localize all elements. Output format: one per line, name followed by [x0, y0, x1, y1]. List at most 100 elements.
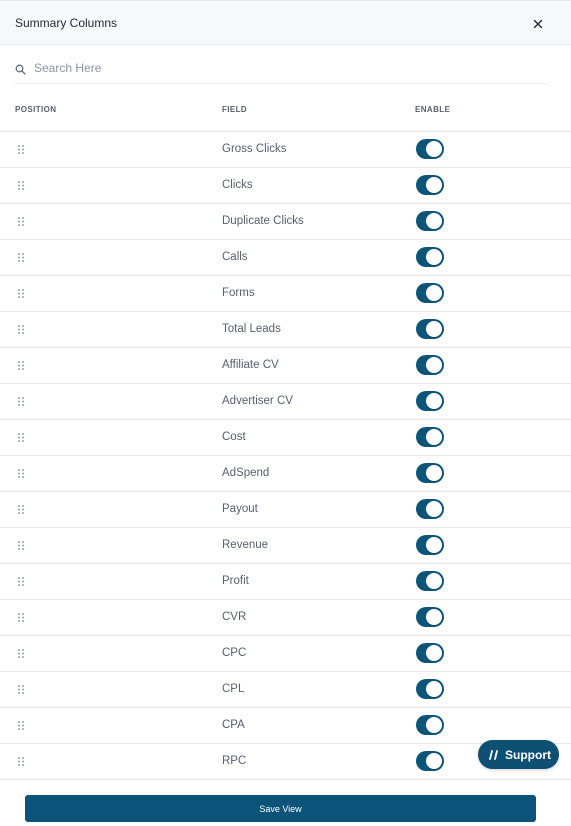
enable-toggle[interactable] [416, 427, 444, 447]
drag-handle-icon[interactable] [18, 469, 24, 478]
enable-toggle[interactable] [416, 175, 444, 195]
toggle-knob [426, 465, 442, 481]
field-name: AdSpend [222, 467, 270, 479]
table-row: Clicks [0, 168, 571, 204]
field-name: RPC [222, 755, 247, 767]
toggle-knob [426, 177, 442, 193]
enable-toggle[interactable] [416, 499, 444, 519]
enable-toggle[interactable] [416, 571, 444, 591]
save-view-button[interactable]: Save View [25, 795, 536, 822]
table-row: Affiliate CV [0, 348, 571, 384]
drag-handle-icon[interactable] [18, 325, 24, 334]
drag-handle-icon[interactable] [18, 685, 24, 694]
dialog-title: Summary Columns [15, 16, 118, 30]
toggle-knob [426, 249, 442, 265]
enable-toggle[interactable] [416, 211, 444, 231]
enable-toggle[interactable] [416, 283, 444, 303]
enable-toggle[interactable] [416, 643, 444, 663]
field-name: Payout [222, 503, 258, 515]
drag-handle-icon[interactable] [18, 613, 24, 622]
toggle-knob [426, 681, 442, 697]
toggle-knob [426, 573, 442, 589]
field-name: Profit [222, 575, 249, 587]
drag-handle-icon[interactable] [18, 541, 24, 550]
table-row: Forms [0, 276, 571, 312]
field-name: Advertiser CV [222, 395, 293, 407]
toggle-knob [426, 537, 442, 553]
drag-handle-icon[interactable] [18, 289, 24, 298]
drag-handle-icon[interactable] [18, 361, 24, 370]
toggle-knob [426, 501, 442, 517]
columns-table-body: Gross Clicks Clicks Duplicate Clicks Calls F… [0, 132, 571, 780]
enable-toggle[interactable] [416, 535, 444, 555]
table-row: Advertiser CV [0, 384, 571, 420]
column-header-enable: ENABLE [415, 105, 451, 114]
table-row: Duplicate Clicks [0, 204, 571, 240]
enable-toggle[interactable] [416, 607, 444, 627]
field-name: Revenue [222, 539, 269, 551]
support-icon [489, 749, 499, 760]
field-name: Gross Clicks [222, 143, 287, 155]
enable-toggle[interactable] [416, 715, 444, 735]
table-row: Revenue [0, 528, 571, 564]
table-row: Payout [0, 492, 571, 528]
support-button[interactable]: Support [478, 740, 559, 769]
table-row: AdSpend [0, 456, 571, 492]
drag-handle-icon[interactable] [18, 649, 24, 658]
drag-handle-icon[interactable] [18, 757, 24, 766]
field-name: Forms [222, 287, 255, 299]
table-row: Profit [0, 564, 571, 600]
search-box [15, 56, 547, 84]
search-input[interactable] [34, 58, 534, 78]
toggle-knob [426, 321, 442, 337]
drag-handle-icon[interactable] [18, 253, 24, 262]
search-icon [15, 62, 26, 75]
toggle-knob [426, 357, 442, 373]
dialog-header: Summary Columns [0, 1, 571, 45]
support-label: Support [505, 747, 551, 762]
drag-handle-icon[interactable] [18, 217, 24, 226]
field-name: Affiliate CV [222, 359, 279, 371]
enable-toggle[interactable] [416, 463, 444, 483]
enable-toggle[interactable] [416, 355, 444, 375]
drag-handle-icon[interactable] [18, 577, 24, 586]
field-name: Clicks [222, 179, 253, 191]
field-name: CPA [222, 719, 245, 731]
dialog-footer: Save View [0, 780, 571, 826]
drag-handle-icon[interactable] [18, 433, 24, 442]
table-row: Calls [0, 240, 571, 276]
table-row: CPL [0, 672, 571, 708]
table-row: Gross Clicks [0, 132, 571, 168]
column-header-position: POSITION [15, 105, 57, 114]
field-name: CPC [222, 647, 247, 659]
enable-toggle[interactable] [416, 247, 444, 267]
toggle-knob [426, 717, 442, 733]
field-name: Total Leads [222, 323, 281, 335]
enable-toggle[interactable] [416, 679, 444, 699]
field-name: Duplicate Clicks [222, 215, 304, 227]
table-row: CPC [0, 636, 571, 672]
toggle-knob [426, 645, 442, 661]
close-icon [533, 19, 543, 29]
enable-toggle[interactable] [416, 319, 444, 339]
drag-handle-icon[interactable] [18, 181, 24, 190]
table-row: Total Leads [0, 312, 571, 348]
drag-handle-icon[interactable] [18, 721, 24, 730]
table-row: CPA [0, 708, 571, 744]
enable-toggle[interactable] [416, 391, 444, 411]
toggle-knob [426, 609, 442, 625]
toggle-knob [426, 393, 442, 409]
enable-toggle[interactable] [416, 751, 444, 771]
toggle-knob [426, 213, 442, 229]
field-name: CPL [222, 683, 245, 695]
toggle-knob [426, 141, 442, 157]
drag-handle-icon[interactable] [18, 397, 24, 406]
field-name: CVR [222, 611, 247, 623]
drag-handle-icon[interactable] [18, 505, 24, 514]
toggle-knob [426, 753, 442, 769]
enable-toggle[interactable] [416, 139, 444, 159]
close-button[interactable] [529, 15, 547, 33]
drag-handle-icon[interactable] [18, 145, 24, 154]
toggle-knob [426, 285, 442, 301]
column-header-field: FIELD [222, 105, 248, 114]
